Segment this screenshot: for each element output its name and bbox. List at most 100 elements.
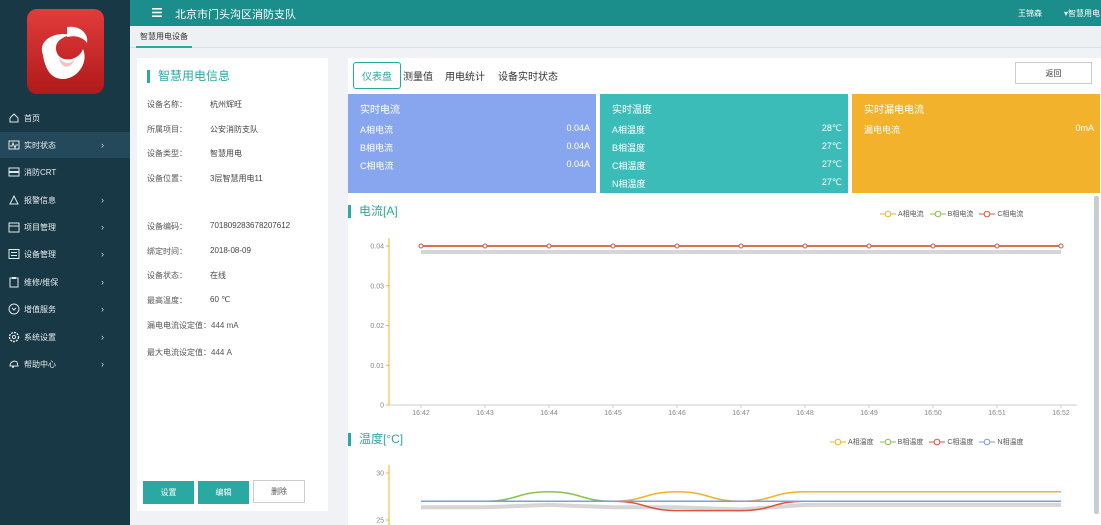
sidebar-item-9[interactable]: 帮助中心 › [0,351,130,377]
legend-label: C相电流 [997,211,1024,218]
legend-item[interactable]: C相电流 [979,209,1023,219]
row-value: 27℃ [821,159,842,169]
x-tick-label: 16:42 [412,410,430,417]
user-name[interactable]: 王锦森 [1018,8,1042,19]
field-label-device-type: 设备类型： [147,149,187,158]
row-label: N相温度 [612,179,646,189]
sidebar-item-1[interactable]: 实时状态 › [0,132,130,158]
data-point [482,243,488,249]
row-label: A相温度 [612,125,646,135]
sidebar-item-6[interactable]: 维修/维保 › [0,269,130,295]
calendar-icon [8,221,20,233]
tab-dashboard[interactable]: 仪表盘 [353,62,401,89]
vertical-scrollbar[interactable] [1094,196,1099,514]
row-label: B相温度 [612,143,646,153]
sidebar-item-2[interactable]: 消防CRT [0,159,130,185]
row-value: 27℃ [821,177,842,187]
legend-label: A相温度 [848,439,874,446]
sidebar-item-label: 实时状态 [24,140,56,150]
data-point [610,243,616,249]
card-title: 实时电流 [360,105,400,116]
field-label-device-status: 设备状态： [147,271,187,280]
pulse-icon [8,139,20,151]
y-tick-label: 0.04 [370,244,384,251]
sidebar-item-4[interactable]: 项目管理 › [0,214,130,240]
sidebar-item-label: 项目管理 [24,222,56,232]
card-row: B相电流 0.04A [360,141,590,153]
legend-item[interactable]: A相电流 [880,209,924,219]
sidebar-item-label: 首页 [24,113,40,123]
sidebar-item-label: 帮助中心 [24,359,56,369]
legend-item[interactable]: N相温度 [979,437,1023,447]
x-tick-label: 16:51 [988,410,1006,417]
tab-measurements[interactable]: 测量值 [403,62,433,89]
sidebar: 首页 实时状态 › 消防CRT 报警信息 › 项目管理 › 设备管理 › 维修/维保 › 增值服务 › 系统… [0,0,130,525]
sidebar-item-5[interactable]: 设备管理 › [0,241,130,267]
data-point [802,243,808,249]
realtime-current-card: 实时电流 A相电流 0.04A B相电流 0.04A C相电流 0.04A [348,94,596,193]
delete-button[interactable]: 删除 [253,480,305,503]
device-info-panel: 智慧用电信息 设备名称： 杭州辉旺 所属项目： 公安消防支队 设备类型： 智慧用… [137,58,328,511]
sidebar-item-3[interactable]: 报警信息 › [0,187,130,213]
y-tick-label: 0.03 [370,283,384,290]
sidebar-item-label: 增值服务 [24,304,56,314]
x-tick-label: 16:52 [1052,410,1070,417]
sidebar-item-7[interactable]: 增值服务 › [0,296,130,322]
system-switcher[interactable]: ▾智慧用电 [1064,8,1100,19]
card-row: C相温度 27℃ [612,159,842,171]
temperature-chart-title: 温度[°C] [348,433,403,446]
current-chart-title: 电流[A] [348,205,398,218]
menu-icon[interactable] [152,8,162,17]
data-point [930,243,936,249]
field-label-project: 所属项目： [147,125,187,134]
chevron-right-icon: › [101,277,104,287]
tab-smart-electric-device[interactable]: 智慧用电设备 [136,26,192,48]
chevron-right-icon: › [101,195,104,205]
tab-realtime-status[interactable]: 设备实时状态 [498,62,558,89]
sidebar-item-label: 系统设置 [24,332,56,342]
data-point [418,243,424,249]
row-value: 27℃ [821,141,842,151]
legend-item[interactable]: B相温度 [879,437,923,447]
realtime-temperature-card: 实时温度 A相温度 28℃ B相温度 27℃ C相温度 27℃ N相温度 27℃ [600,94,848,193]
y-tick-label: 25 [376,518,384,525]
field-value-device-name: 杭州辉旺 [210,100,242,109]
x-tick-label: 16:47 [732,410,750,417]
sidebar-item-label: 消防CRT [24,167,57,177]
help-icon [8,358,20,370]
current-chart-legend: A相电流 B相电流 C相电流 [880,209,1029,219]
legend-marker [979,210,996,218]
row-label: C相电流 [360,161,394,171]
legend-label: C相温度 [947,439,974,446]
legend-item[interactable]: C相温度 [929,437,973,447]
clipboard-icon [8,276,20,288]
sidebar-item-label: 报警信息 [24,195,56,205]
tab-usage-stats[interactable]: 用电统计 [445,62,485,89]
row-label: 漏电电流 [864,125,901,135]
legend-label: B相电流 [947,211,974,218]
edit-button[interactable]: 编辑 [198,481,249,504]
card-row: C相电流 0.04A [360,159,590,171]
row-value: 28℃ [821,123,842,133]
card-row: B相温度 27℃ [612,141,842,153]
legend-item[interactable]: B相电流 [929,209,974,219]
chevron-right-icon: › [101,249,104,259]
settings-button[interactable]: 设置 [143,481,194,504]
sidebar-item-8[interactable]: 系统设置 › [0,324,130,350]
x-tick-label: 16:43 [476,410,494,417]
card-row: 漏电电流 0mA [864,123,1094,135]
organization-title: 北京市门头沟区消防支队 [175,9,296,21]
data-point [546,243,552,249]
sidebar-item-0[interactable]: 首页 [0,105,130,131]
chevron-right-icon: › [101,304,104,314]
back-button[interactable]: 返回 [1015,62,1092,84]
info-panel-title: 智慧用电信息 [147,70,230,83]
legend-label: A相电流 [898,211,924,218]
legend-item[interactable]: A相温度 [830,437,874,447]
row-value: 0.04A [566,123,590,133]
app-logo [27,9,104,94]
temperature-chart-legend: A相温度 B相温度 C相温度 N相温度 [830,437,1029,447]
legend-marker [929,438,946,446]
sidebar-item-label: 维修/维保 [24,277,59,287]
chevron-right-icon: › [101,140,104,150]
